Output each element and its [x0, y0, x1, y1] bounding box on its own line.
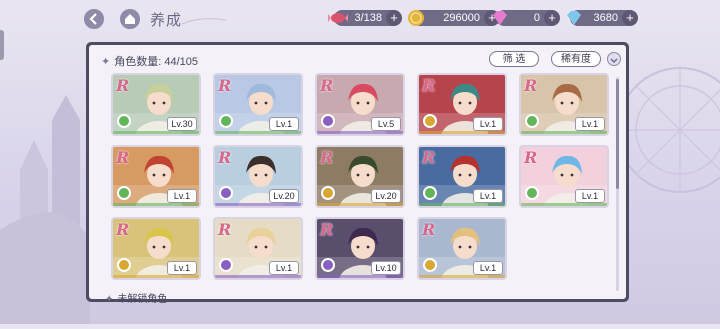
- home-icon: [125, 14, 135, 24]
- level-badge: Lv.1: [167, 189, 197, 203]
- character-card[interactable]: R Lv.20: [213, 145, 303, 208]
- rarity-badge: R: [218, 76, 232, 95]
- rarity-badge: R: [320, 220, 334, 239]
- character-card[interactable]: R Lv.1: [417, 145, 507, 208]
- card-stripe: [215, 131, 301, 134]
- character-card[interactable]: R Lv.1: [213, 73, 303, 136]
- rarity-badge: R: [422, 220, 436, 239]
- card-stripe: [215, 275, 301, 278]
- element-icon: [321, 258, 335, 272]
- add-gem-button[interactable]: +: [544, 10, 560, 26]
- element-icon: [423, 258, 437, 272]
- card-stripe: [317, 203, 403, 206]
- element-icon: [219, 114, 233, 128]
- card-stripe: [215, 203, 301, 206]
- element-icon: [117, 258, 131, 272]
- character-card[interactable]: R Lv.1: [519, 145, 609, 208]
- card-stripe: [317, 275, 403, 278]
- rarity-badge: R: [524, 148, 538, 167]
- card-stripe: [521, 203, 607, 206]
- card-stripe: [419, 275, 505, 278]
- sort-order-button[interactable]: [607, 52, 621, 66]
- card-stripe: [317, 131, 403, 134]
- character-card[interactable]: R Lv.1: [111, 145, 201, 208]
- character-card[interactable]: R Lv.1: [417, 73, 507, 136]
- locked-characters-label: ✦ 未解锁角色: [105, 294, 168, 305]
- level-badge: Lv.30: [167, 117, 197, 131]
- rarity-badge: R: [116, 220, 130, 239]
- add-diamond-button[interactable]: +: [622, 10, 638, 26]
- filter-button[interactable]: 筛 选: [489, 51, 539, 67]
- pink-diamond-icon: [493, 11, 507, 25]
- card-stripe: [419, 131, 505, 134]
- character-panel: ✦ 角色数量: 44/105 筛 选 稀有度 R Lv.30 R Lv.1 R Lv.5 R L…: [86, 42, 629, 305]
- rarity-badge: R: [422, 76, 436, 95]
- element-icon: [525, 114, 539, 128]
- character-card[interactable]: R Lv.1: [111, 217, 201, 280]
- rarity-badge: R: [218, 220, 232, 239]
- character-card[interactable]: R Lv.20: [315, 145, 405, 208]
- add-stamina-button[interactable]: +: [386, 10, 402, 26]
- card-stripe: [113, 131, 199, 134]
- rarity-badge: R: [116, 148, 130, 167]
- back-arrow-icon: [89, 13, 97, 25]
- back-button[interactable]: [82, 7, 106, 31]
- element-icon: [219, 186, 233, 200]
- gold-counter: 296000 +: [408, 10, 500, 26]
- rarity-badge: R: [218, 148, 232, 167]
- element-icon: [117, 186, 131, 200]
- blue-diamond-icon: [567, 11, 581, 25]
- element-icon: [117, 114, 131, 128]
- stamina-counter: 3/138 +: [328, 10, 402, 26]
- scrollbar-thumb[interactable]: [616, 79, 619, 189]
- rarity-badge: R: [422, 148, 436, 167]
- rarity-badge: R: [320, 76, 334, 95]
- card-stripe: [113, 275, 199, 278]
- character-card[interactable]: R Lv.30: [111, 73, 201, 136]
- page-title: 养成: [150, 11, 183, 29]
- card-stripe: [113, 203, 199, 206]
- level-badge: Lv.1: [575, 117, 605, 131]
- card-stripe: [521, 131, 607, 134]
- element-icon: [525, 186, 539, 200]
- candy-icon: [328, 13, 348, 23]
- character-card[interactable]: R Lv.5: [315, 73, 405, 136]
- level-badge: Lv.1: [269, 261, 299, 275]
- level-badge: Lv.20: [371, 189, 401, 203]
- level-badge: Lv.1: [269, 117, 299, 131]
- level-badge: Lv.1: [167, 261, 197, 275]
- character-card[interactable]: R Lv.10: [315, 217, 405, 280]
- diamond-counter: 3680 +: [567, 10, 638, 26]
- element-icon: [321, 186, 335, 200]
- rarity-badge: R: [524, 76, 538, 95]
- card-stripe: [419, 203, 505, 206]
- level-badge: Lv.5: [371, 117, 401, 131]
- element-icon: [219, 258, 233, 272]
- chevron-down-icon: [610, 58, 618, 64]
- sparkle-icon: ✦: [101, 56, 111, 68]
- sparkle-icon: ✦: [105, 294, 114, 305]
- level-badge: Lv.1: [473, 117, 503, 131]
- level-badge: Lv.1: [473, 189, 503, 203]
- sort-rarity-button[interactable]: 稀有度: [551, 51, 601, 67]
- element-icon: [321, 114, 335, 128]
- element-icon: [423, 114, 437, 128]
- rarity-badge: R: [116, 76, 130, 95]
- element-icon: [423, 186, 437, 200]
- title-sparkle-decoration: [181, 18, 227, 25]
- home-button[interactable]: [118, 7, 142, 31]
- rarity-badge: R: [320, 148, 334, 167]
- gem-counter: 0 +: [493, 10, 560, 26]
- level-badge: Lv.20: [269, 189, 299, 203]
- level-badge: Lv.1: [575, 189, 605, 203]
- level-badge: Lv.10: [371, 261, 401, 275]
- level-badge: Lv.1: [473, 261, 503, 275]
- character-card[interactable]: R Lv.1: [213, 217, 303, 280]
- character-count: ✦ 角色数量: 44/105: [101, 56, 198, 68]
- character-card[interactable]: R Lv.1: [417, 217, 507, 280]
- top-bar: 养成 3/138 + 296000 + 0 + 3680 +: [0, 0, 720, 38]
- coin-icon: [408, 10, 424, 26]
- character-card[interactable]: R Lv.1: [519, 73, 609, 136]
